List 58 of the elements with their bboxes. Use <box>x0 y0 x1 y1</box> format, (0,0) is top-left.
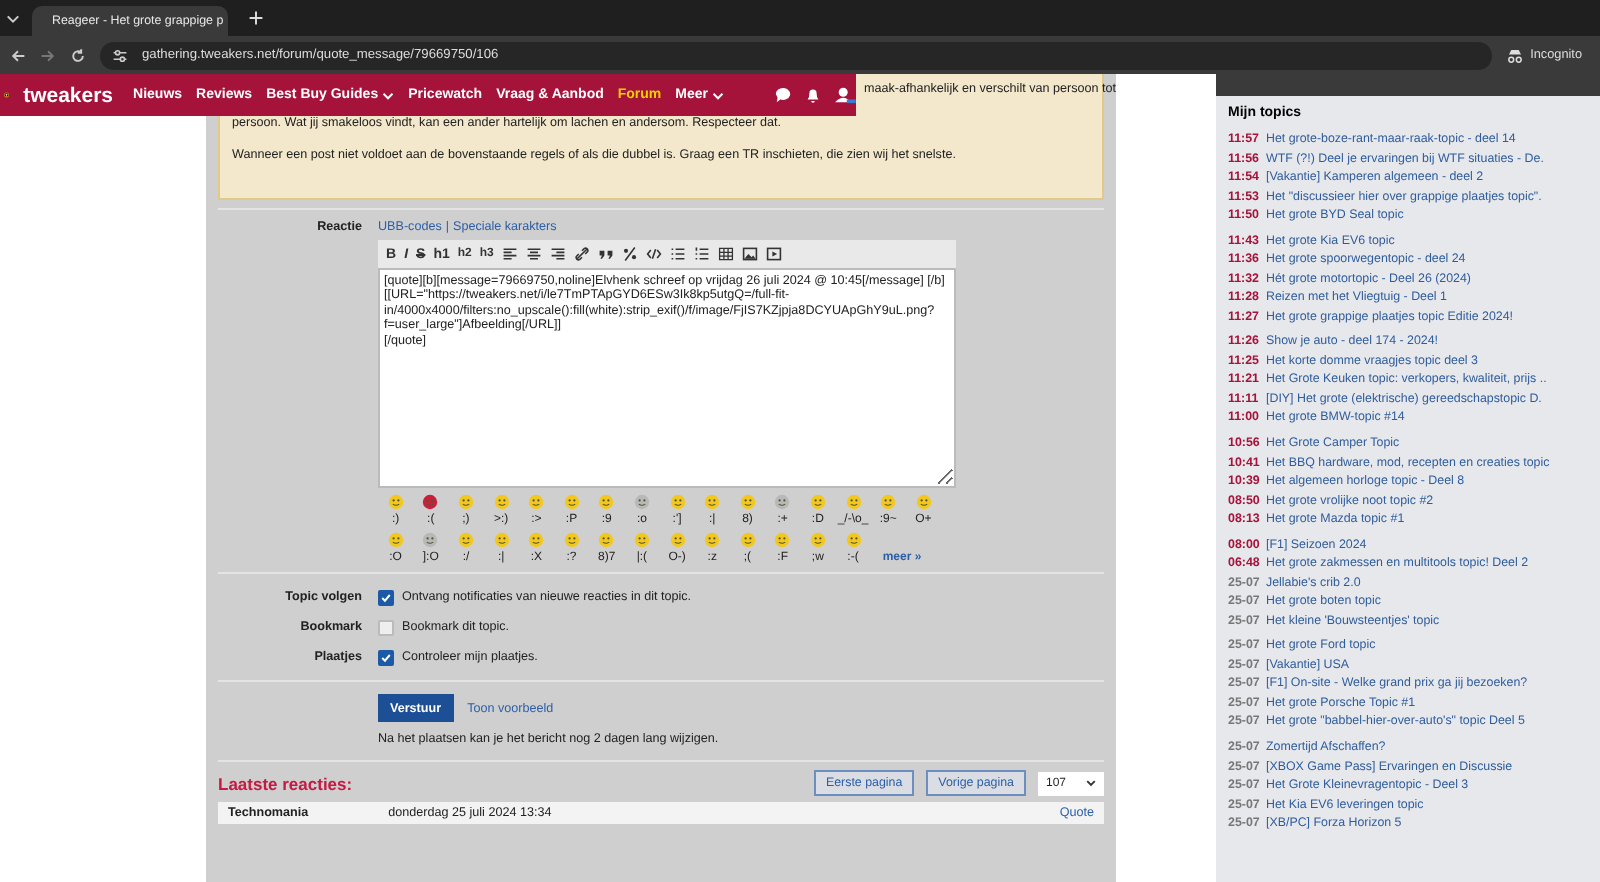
chat-icon[interactable] <box>774 86 792 104</box>
smiley-icon[interactable] <box>880 494 897 510</box>
user-icon[interactable] <box>834 86 856 104</box>
smiley-icon[interactable] <box>387 494 404 510</box>
smiley-icon[interactable] <box>774 532 791 548</box>
section-title: Laatste reacties: <box>218 773 353 793</box>
align-right-icon[interactable] <box>549 246 566 262</box>
forward-icon[interactable] <box>40 47 56 63</box>
smiley-icon[interactable] <box>809 494 826 510</box>
smiley-icon[interactable] <box>633 494 650 510</box>
smiley-icon[interactable] <box>809 532 826 548</box>
smiley-icon[interactable] <box>457 494 474 510</box>
link-icon[interactable] <box>573 246 590 262</box>
checkbox[interactable] <box>378 649 394 665</box>
smiley-icon[interactable] <box>845 532 862 548</box>
checkbox[interactable] <box>378 619 394 635</box>
smiley-icon[interactable] <box>669 494 686 510</box>
smiley-icon[interactable] <box>422 494 439 510</box>
chevron-down-icon[interactable] <box>6 11 20 25</box>
smiley-icon[interactable] <box>563 532 580 548</box>
checkbox[interactable] <box>378 589 394 605</box>
new-tab-icon[interactable] <box>248 10 264 26</box>
smiley-icon[interactable] <box>528 532 545 548</box>
brand-name[interactable]: tweakers <box>23 83 114 107</box>
smiley-icon[interactable] <box>457 532 474 548</box>
smiley-icon[interactable] <box>422 532 439 548</box>
smiley-icon[interactable] <box>739 532 756 548</box>
smiley-icon[interactable] <box>915 494 932 510</box>
quote-icon[interactable] <box>597 246 614 262</box>
bell-icon[interactable] <box>804 86 822 104</box>
spoiler-icon[interactable] <box>621 246 638 262</box>
chevron-down-icon <box>1086 778 1096 788</box>
smiley-icon[interactable] <box>774 494 791 510</box>
smiley-icon[interactable] <box>598 532 615 548</box>
video-icon[interactable] <box>765 246 782 262</box>
smiley-icon[interactable] <box>493 494 510 510</box>
smiley-icon[interactable] <box>704 494 721 510</box>
smiley-icon[interactable] <box>704 532 721 548</box>
site-info-icon[interactable] <box>112 47 128 63</box>
align-center-icon[interactable] <box>525 246 542 262</box>
smiley-icon[interactable] <box>493 532 510 548</box>
smiley-icon[interactable] <box>739 494 756 510</box>
image-icon[interactable] <box>741 246 758 262</box>
reload-icon[interactable] <box>70 47 86 63</box>
bullet-list-icon[interactable] <box>669 246 686 262</box>
incognito-icon <box>1506 47 1525 63</box>
back-icon[interactable] <box>10 47 26 63</box>
smiley-icon[interactable] <box>633 532 650 548</box>
smiley-icon[interactable] <box>669 532 686 548</box>
table-icon[interactable] <box>717 246 734 262</box>
code-icon[interactable] <box>645 246 662 262</box>
smiley-icon[interactable] <box>845 494 862 510</box>
smiley-icon[interactable] <box>598 494 615 510</box>
smiley-icon[interactable] <box>387 532 404 548</box>
smiley-icon[interactable] <box>563 494 580 510</box>
numbered-list-icon[interactable] <box>693 246 710 262</box>
align-left-icon[interactable] <box>501 246 518 262</box>
smiley-icon[interactable] <box>528 494 545 510</box>
